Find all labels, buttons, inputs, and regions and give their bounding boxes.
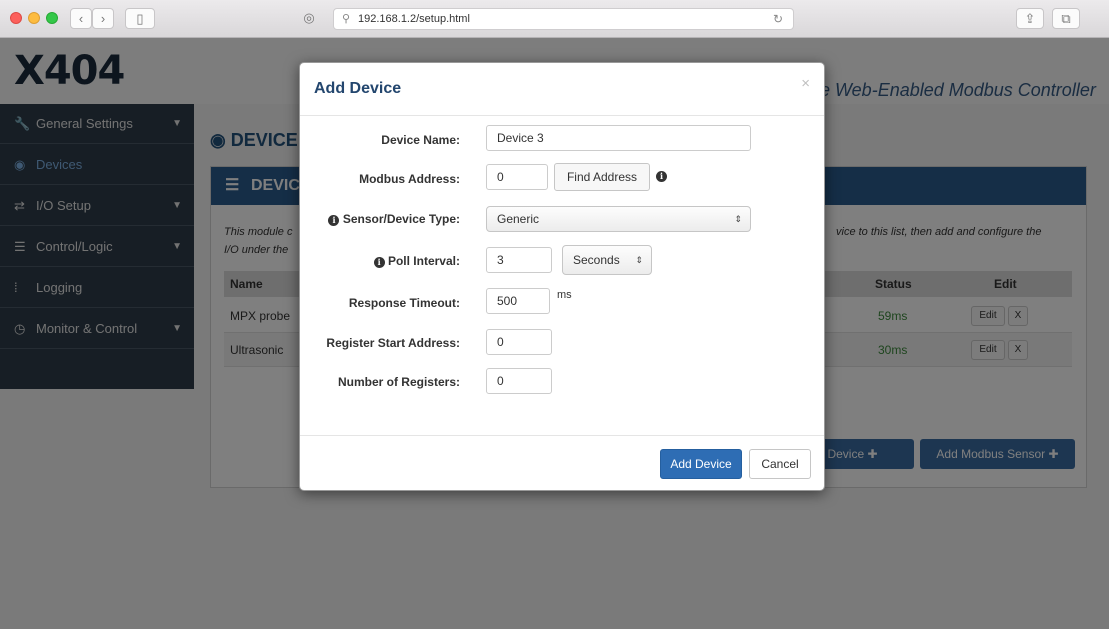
address-bar[interactable]: ⚲ 192.168.1.2/setup.html ↻ bbox=[333, 8, 794, 30]
poll-interval-unit-select[interactable]: Seconds ⇕ bbox=[562, 245, 652, 275]
register-start-label: Register Start Address: bbox=[326, 336, 460, 350]
select-arrows-icon: ⇕ bbox=[635, 255, 643, 265]
response-timeout-unit: ms bbox=[557, 289, 572, 301]
sidebar-toggle-icon[interactable]: ▯ bbox=[125, 8, 155, 29]
forward-icon[interactable]: › bbox=[92, 8, 114, 29]
search-icon: ⚲ bbox=[342, 13, 351, 25]
divider bbox=[300, 115, 824, 116]
sensor-type-label: i Sensor/Device Type: bbox=[328, 212, 460, 226]
modbus-address-input[interactable]: 0 bbox=[486, 164, 548, 190]
window-maximize-button[interactable] bbox=[46, 12, 58, 24]
divider bbox=[300, 435, 824, 436]
add-device-modal: Add Device × Device Name: Device 3 Modbu… bbox=[299, 62, 825, 491]
privacy-icon[interactable]: ◎ bbox=[297, 8, 321, 29]
close-icon[interactable]: × bbox=[801, 75, 810, 92]
response-timeout-input[interactable]: 500 bbox=[486, 288, 550, 314]
tabs-icon[interactable]: ⧉ bbox=[1052, 8, 1080, 29]
sensor-type-select[interactable]: Generic ⇕ bbox=[486, 206, 751, 232]
url-text: 192.168.1.2/setup.html bbox=[358, 13, 470, 25]
response-timeout-label: Response Timeout: bbox=[348, 296, 460, 310]
info-icon[interactable]: i bbox=[373, 257, 385, 268]
browser-toolbar: ‹ › ▯ ◎ ⚲ 192.168.1.2/setup.html ↻ ⇪ ⧉ bbox=[0, 0, 1109, 38]
info-icon[interactable]: i bbox=[328, 215, 340, 226]
poll-interval-input[interactable]: 3 bbox=[486, 247, 552, 273]
num-registers-label: Number of Registers: bbox=[337, 375, 460, 389]
device-name-label: Device Name: bbox=[381, 133, 460, 147]
add-device-button[interactable]: Add Device bbox=[660, 449, 742, 479]
cancel-button[interactable]: Cancel bbox=[749, 449, 811, 479]
modbus-address-label: Modbus Address: bbox=[359, 172, 460, 186]
find-address-button[interactable]: Find Address bbox=[554, 163, 650, 191]
register-start-input[interactable]: 0 bbox=[486, 329, 552, 355]
info-icon[interactable]: i bbox=[656, 171, 667, 182]
window-close-button[interactable] bbox=[10, 12, 22, 24]
window-minimize-button[interactable] bbox=[28, 12, 40, 24]
reload-icon[interactable]: ↻ bbox=[773, 9, 783, 29]
device-name-input[interactable]: Device 3 bbox=[486, 125, 751, 151]
back-icon[interactable]: ‹ bbox=[70, 8, 92, 29]
poll-interval-label: i Poll Interval: bbox=[373, 254, 460, 268]
select-arrows-icon: ⇕ bbox=[734, 214, 742, 224]
num-registers-input[interactable]: 0 bbox=[486, 368, 552, 394]
share-icon[interactable]: ⇪ bbox=[1016, 8, 1044, 29]
modal-title: Add Device bbox=[314, 80, 402, 97]
